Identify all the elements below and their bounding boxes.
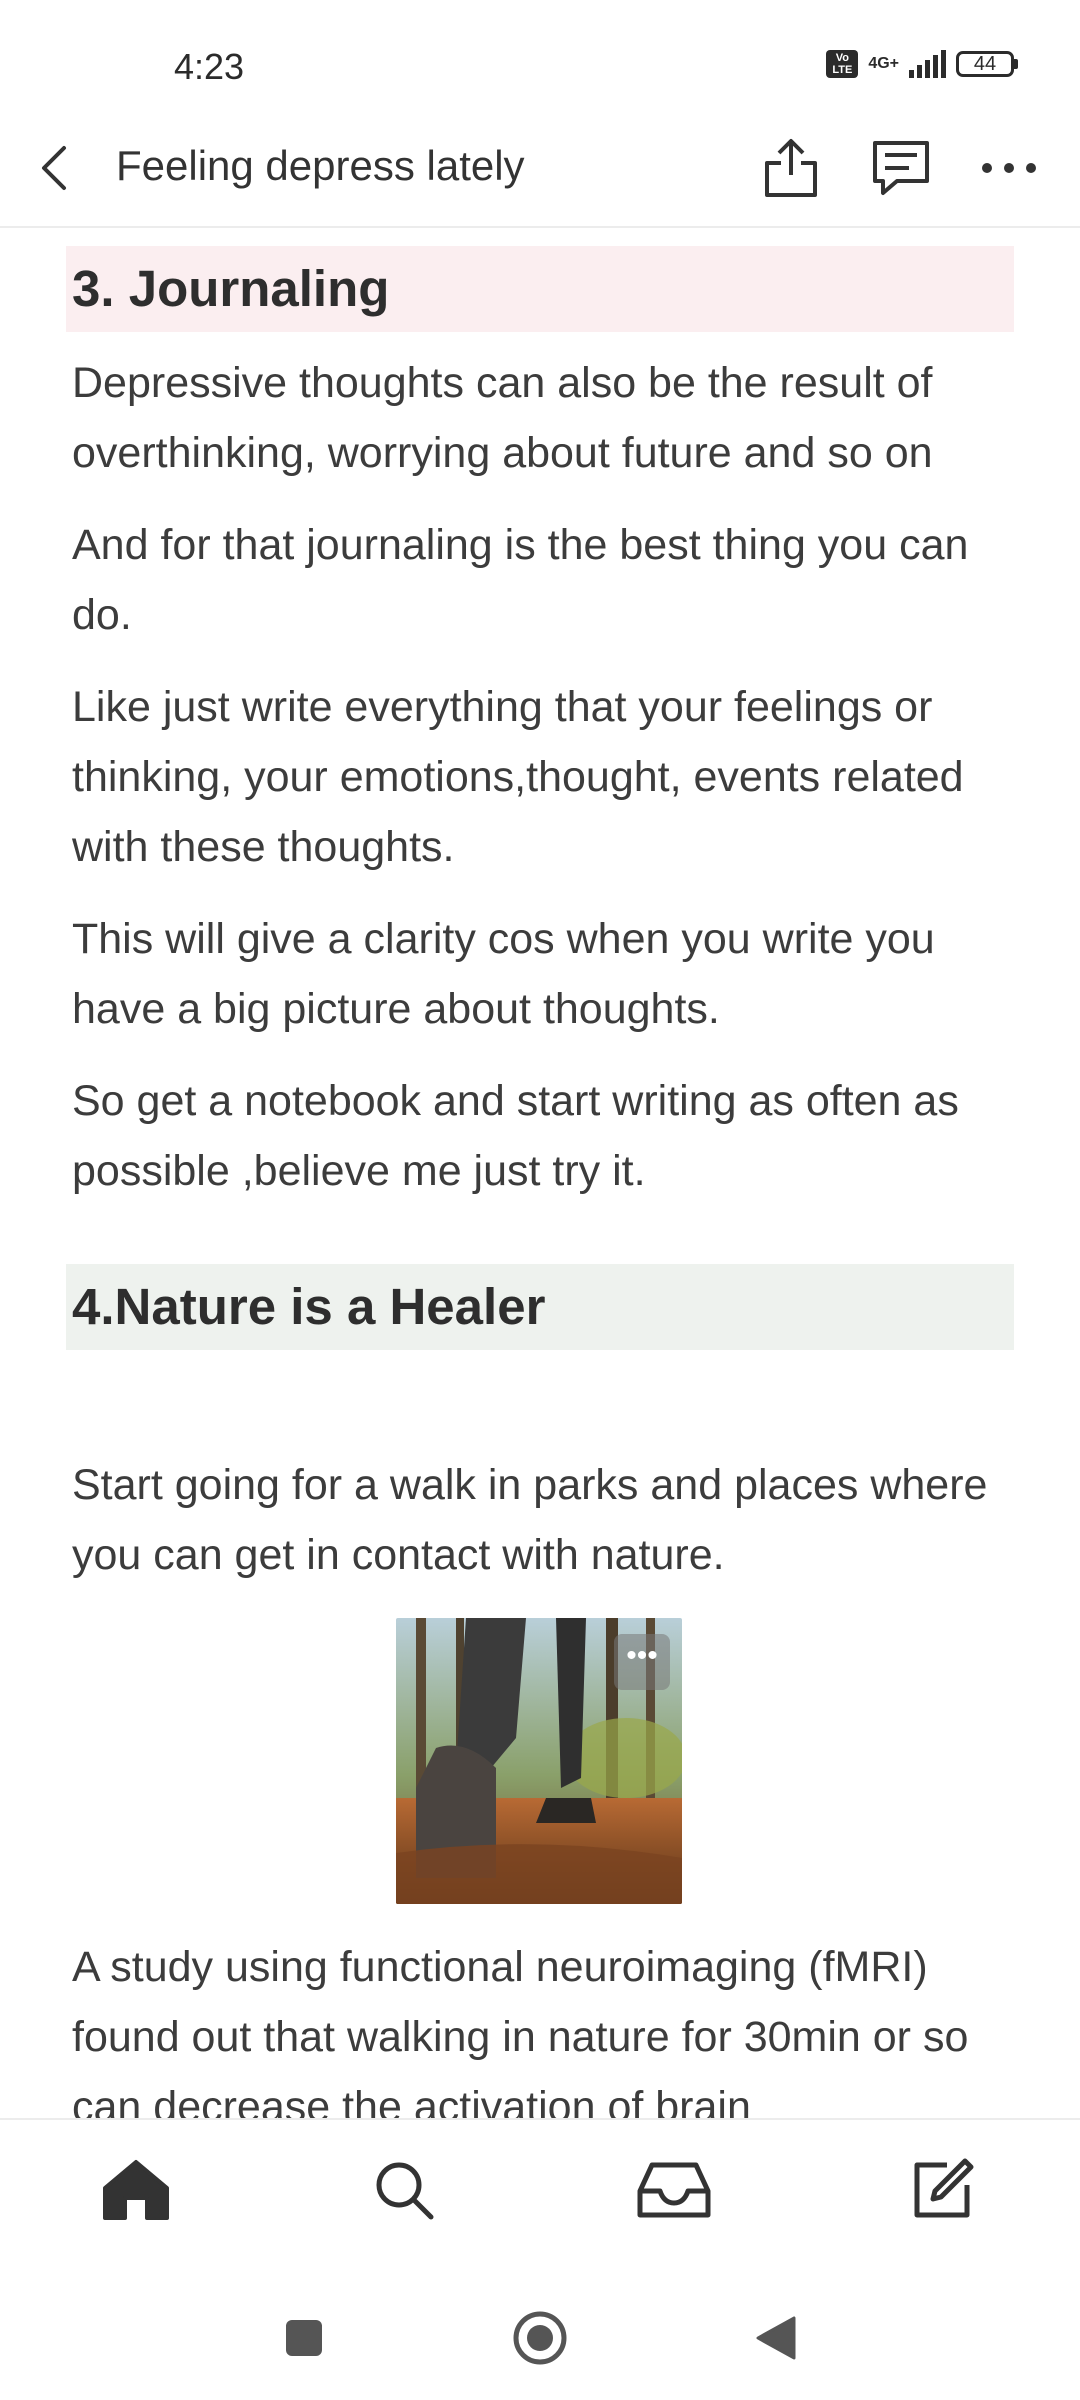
paragraph: Like just write everything that your fee… [72,683,964,871]
signal-icon [909,50,946,78]
paragraph: And for that journaling is the best thin… [72,521,969,639]
compose-icon[interactable] [902,2150,982,2230]
page-title: Feeling depress lately [116,142,525,189]
image-options-button[interactable]: ••• [614,1634,670,1690]
bottom-navigation [0,2118,1080,2260]
system-navigation-bar [0,2258,1080,2400]
paragraph: So get a notebook and start writing as o… [72,1077,959,1195]
battery-level: 44 [956,51,1014,77]
recents-icon[interactable] [274,2308,334,2368]
comment-icon[interactable] [866,130,936,206]
status-bar: 4:23 Vo LTE 4G+ 44 [0,0,1080,110]
top-app-bar: Feeling depress lately [0,110,1080,228]
home-circle-icon[interactable] [510,2308,570,2368]
more-icon[interactable] [974,130,1044,206]
home-icon[interactable] [96,2150,176,2230]
paragraph: This will give a clarity cos when you wr… [72,915,935,1033]
nature-walk-image[interactable]: ••• [396,1618,682,1904]
network-type: 4G+ [868,55,899,72]
paragraph: Start going for a walk in parks and plac… [72,1461,988,1579]
section-heading-nature: 4.Nature is a Healer [66,1264,1014,1350]
status-icons: Vo LTE 4G+ 44 [826,50,1018,78]
battery-icon: 44 [956,51,1018,77]
volte-icon: Vo LTE [826,50,859,78]
inbox-icon[interactable] [634,2150,714,2230]
status-time: 4:23 [174,46,245,87]
share-icon[interactable] [756,130,826,206]
back-arrow-icon[interactable] [30,140,80,196]
back-triangle-icon[interactable] [746,2308,806,2368]
section-heading-journaling: 3. Journaling [66,246,1014,332]
paragraph: A study using functional neuroimaging (f… [72,1943,969,2118]
paragraph: Depressive thoughts can also be the resu… [72,359,933,477]
search-icon[interactable] [364,2150,444,2230]
article-body: 3. Journaling Depressive thoughts can al… [0,228,1080,2118]
